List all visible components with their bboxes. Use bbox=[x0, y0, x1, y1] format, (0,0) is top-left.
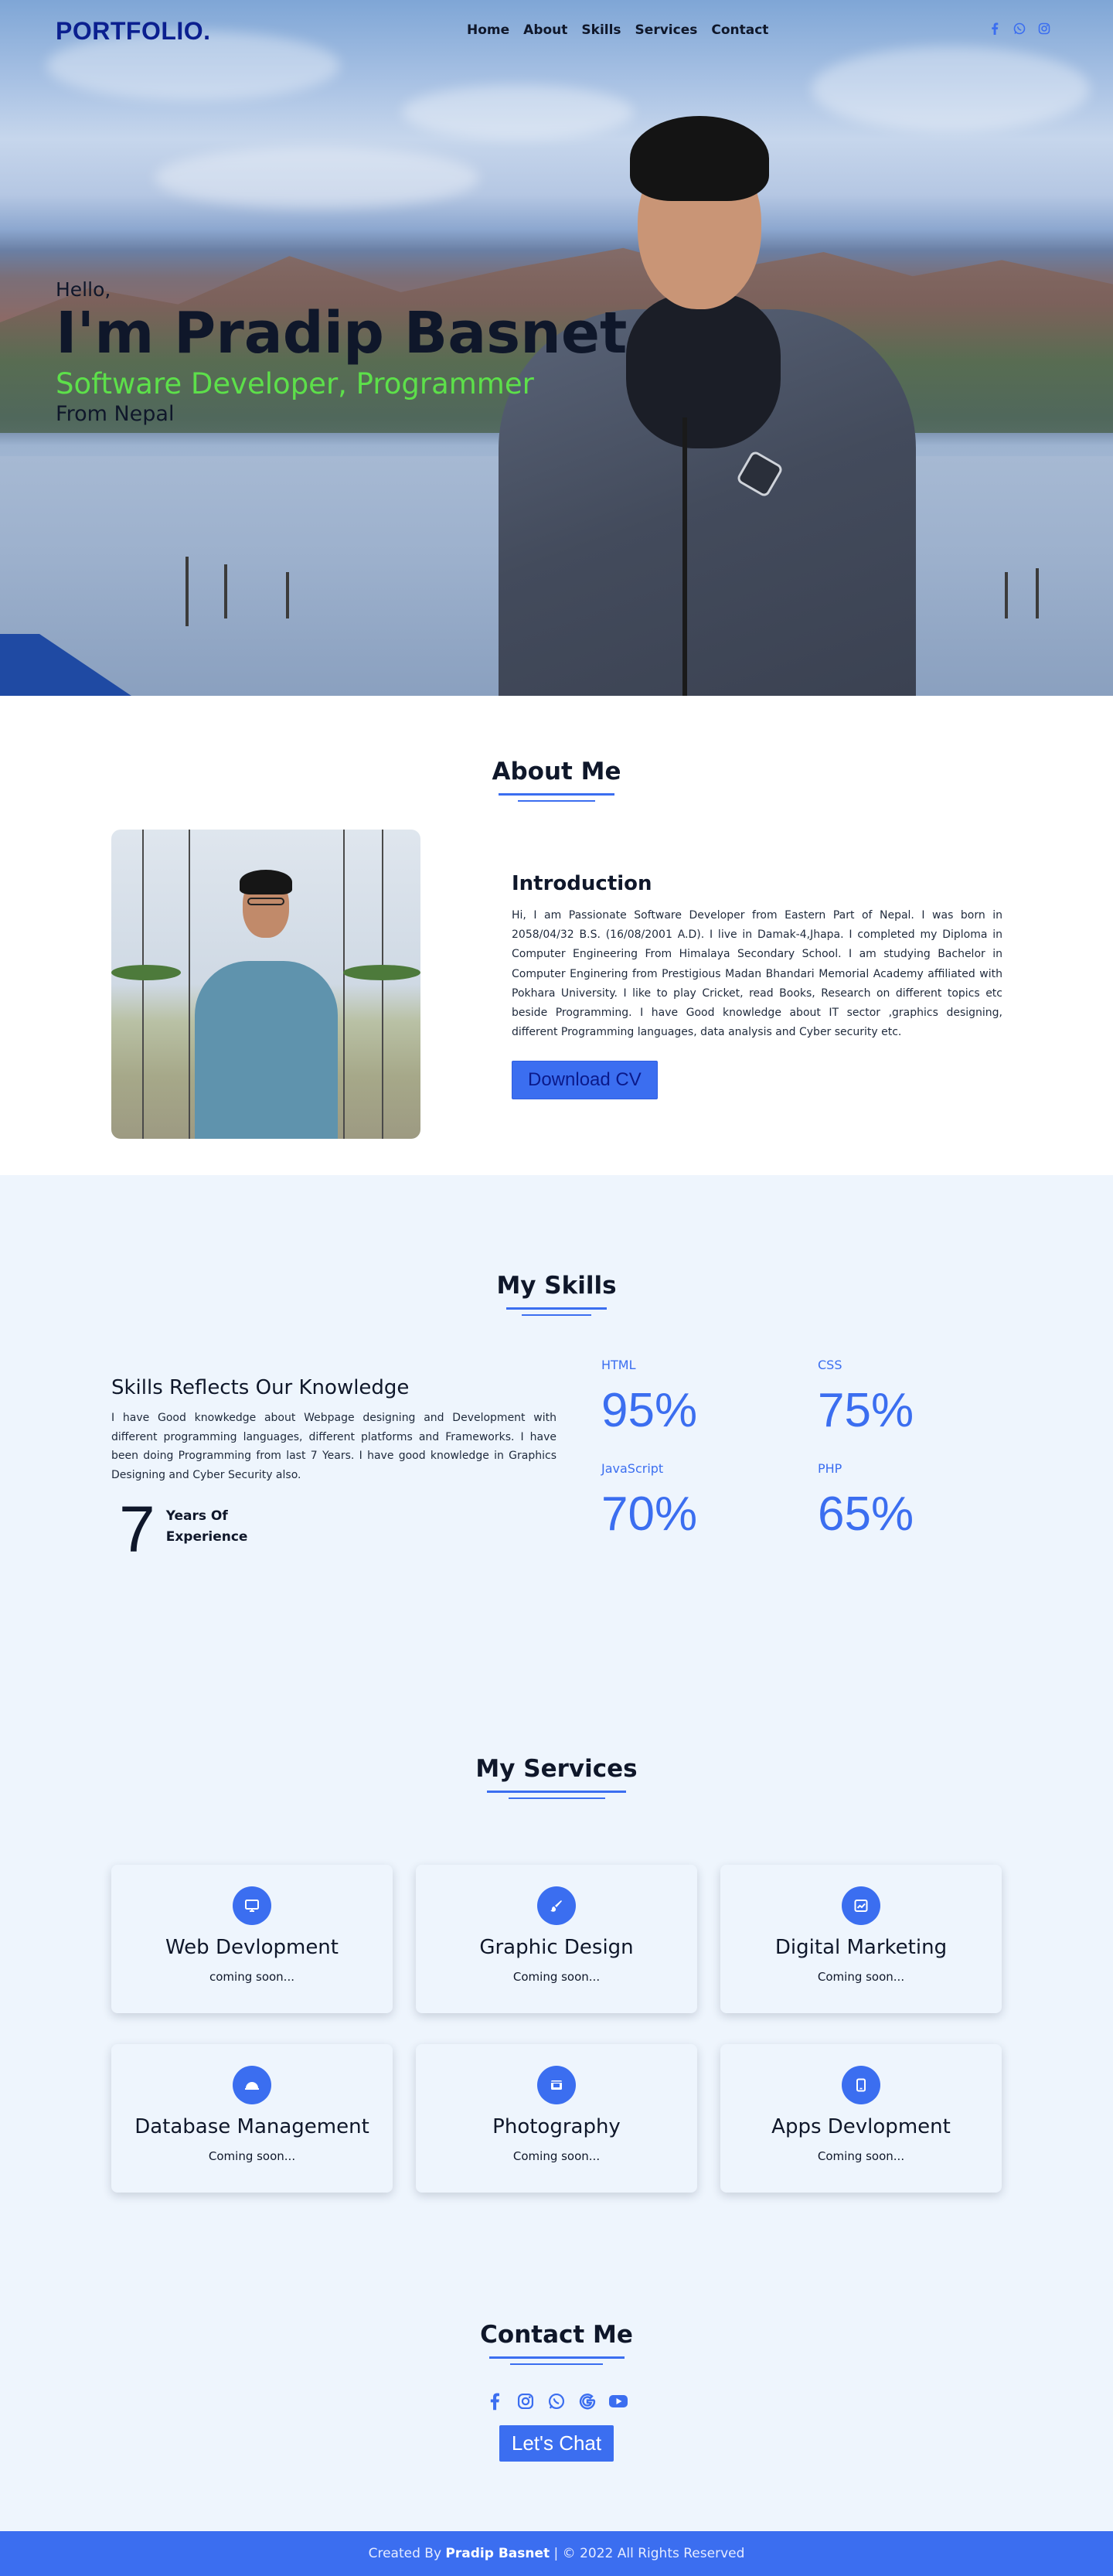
about-title: About Me bbox=[492, 758, 621, 785]
service-title: Digital Marketing bbox=[774, 1936, 948, 1959]
contact-section: Contact Me Let's Chat bbox=[0, 2273, 1113, 2531]
about-photo bbox=[111, 830, 420, 1139]
experience-label: Experience bbox=[165, 1529, 248, 1545]
hero-name: I'm Pradip Basnet bbox=[56, 300, 628, 366]
service-status: coming soon... bbox=[209, 1970, 294, 1984]
skill-name: JavaScript bbox=[601, 1461, 664, 1476]
service-card-apps-development[interactable]: Apps Devlopment Coming soon... bbox=[720, 2044, 1002, 2193]
whatsapp-icon[interactable] bbox=[546, 2391, 567, 2411]
service-card-photography[interactable]: Photography Coming soon... bbox=[416, 2044, 697, 2193]
skill-name: HTML bbox=[601, 1358, 636, 1372]
youtube-icon[interactable] bbox=[608, 2391, 628, 2411]
contact-title-block: Contact Me bbox=[0, 2321, 1113, 2365]
service-status: Coming soon... bbox=[208, 2149, 296, 2163]
skill-percent: 65% bbox=[818, 1487, 914, 1541]
skills-title-block: My Skills bbox=[0, 1272, 1113, 1316]
download-cv-button[interactable]: Download CV bbox=[512, 1061, 658, 1100]
whatsapp-icon[interactable] bbox=[1013, 22, 1026, 36]
service-status: Coming soon... bbox=[512, 2149, 601, 2163]
title-underline bbox=[506, 1307, 607, 1310]
nav-home[interactable]: Home bbox=[467, 22, 509, 38]
instagram-icon[interactable] bbox=[1037, 22, 1051, 36]
database-icon bbox=[233, 2066, 271, 2104]
hero-section: PORTFOLIO. Home About Skills Services Co… bbox=[0, 0, 1113, 696]
mobile-icon bbox=[842, 2066, 880, 2104]
brush-icon bbox=[537, 1886, 576, 1925]
facebook-icon[interactable] bbox=[485, 2391, 505, 2411]
instagram-icon[interactable] bbox=[516, 2391, 536, 2411]
service-status: Coming soon... bbox=[512, 1970, 601, 1984]
header-social-links bbox=[988, 22, 1051, 36]
contact-title: Contact Me bbox=[480, 2321, 633, 2349]
skill-percent: 75% bbox=[818, 1384, 914, 1437]
main-menu: Home About Skills Services Contact bbox=[467, 22, 768, 38]
intro-heading: Introduction bbox=[512, 872, 652, 895]
google-icon[interactable] bbox=[577, 2391, 597, 2411]
service-title: Graphic Design bbox=[479, 1936, 634, 1959]
services-title: My Services bbox=[475, 1755, 638, 1783]
service-card-web-development[interactable]: Web Devlopment coming soon... bbox=[111, 1865, 393, 2013]
title-underline bbox=[499, 793, 614, 796]
title-underline bbox=[488, 2356, 625, 2359]
skill-percent: 95% bbox=[601, 1384, 698, 1437]
about-intro: Introduction Hi, I am Passionate Softwar… bbox=[512, 872, 1002, 1100]
skills-heading: Skills Reflects Our Knowledge bbox=[111, 1376, 410, 1399]
nav-services[interactable]: Services bbox=[635, 22, 698, 38]
facebook-icon[interactable] bbox=[988, 22, 1002, 36]
skills-title: My Skills bbox=[496, 1272, 617, 1300]
nav-about[interactable]: About bbox=[523, 22, 567, 38]
about-title-block: About Me bbox=[0, 758, 1113, 802]
intro-text: Hi, I am Passionate Software Developer f… bbox=[512, 909, 1002, 1039]
hero-role: Software Developer, Programmer bbox=[56, 366, 534, 400]
title-underline bbox=[487, 1791, 626, 1793]
service-card-digital-marketing[interactable]: Digital Marketing Coming soon... bbox=[720, 1865, 1002, 2013]
about-section: About Me Introduction Hi, I am Passionat… bbox=[0, 696, 1113, 1175]
skill-stats: HTML 95% CSS 75% JavaScript 70% PHP 65% bbox=[601, 1358, 1034, 1542]
nav-skills[interactable]: Skills bbox=[581, 22, 621, 38]
skill-name: PHP bbox=[818, 1461, 842, 1476]
title-underline bbox=[518, 800, 595, 802]
service-card-database-management[interactable]: Database Management Coming soon... bbox=[111, 2044, 393, 2193]
skill-css: CSS 75% bbox=[818, 1358, 1034, 1438]
title-underline bbox=[522, 1314, 591, 1316]
monitor-icon bbox=[233, 1886, 271, 1925]
nav-contact[interactable]: Contact bbox=[711, 22, 768, 38]
footer-copyright: | © 2022 All Rights Reserved bbox=[553, 2546, 745, 2561]
hero-location: From Nepal bbox=[56, 401, 175, 426]
hero-greeting: Hello, bbox=[56, 278, 111, 301]
years-number: 7 bbox=[119, 1493, 155, 1566]
service-title: Apps Devlopment bbox=[771, 2115, 951, 2138]
hero-intro: Hello, I'm Pradip Basnet Software Develo… bbox=[56, 278, 627, 426]
service-status: Coming soon... bbox=[817, 1970, 905, 1984]
skills-text: I have Good knowkedge about Webpage desi… bbox=[111, 1412, 556, 1481]
lets-chat-button[interactable]: Let's Chat bbox=[499, 2425, 614, 2462]
skill-html: HTML 95% bbox=[601, 1358, 818, 1438]
skill-percent: 70% bbox=[601, 1487, 698, 1541]
top-navbar: PORTFOLIO. Home About Skills Services Co… bbox=[0, 0, 1113, 62]
skills-section: My Skills Skills Reflects Our Knowledge … bbox=[0, 1175, 1113, 1685]
service-title: Web Devlopment bbox=[165, 1936, 339, 1959]
title-underline bbox=[510, 2363, 603, 2365]
title-underline bbox=[508, 1797, 605, 1799]
skills-description: Skills Reflects Our Knowledge I have Goo… bbox=[111, 1376, 556, 1562]
services-section: My Services Web Devlopment coming soon..… bbox=[0, 1685, 1113, 2273]
skill-php: PHP 65% bbox=[818, 1461, 1034, 1542]
service-card-graphic-design[interactable]: Graphic Design Coming soon... bbox=[416, 1865, 697, 2013]
services-title-block: My Services bbox=[0, 1755, 1113, 1799]
contact-social-links bbox=[0, 2391, 1113, 2411]
footer-author[interactable]: Pradip Basnet bbox=[445, 2546, 550, 2561]
skill-name: CSS bbox=[818, 1358, 842, 1372]
site-footer: Created By Pradip Basnet | © 2022 All Ri… bbox=[0, 2531, 1113, 2576]
skill-javascript: JavaScript 70% bbox=[601, 1461, 818, 1542]
camera-icon bbox=[537, 2066, 576, 2104]
service-status: Coming soon... bbox=[817, 2149, 905, 2163]
years-label: Years Of bbox=[165, 1508, 228, 1524]
service-title: Database Management bbox=[134, 2115, 369, 2138]
service-title: Photography bbox=[492, 2115, 621, 2138]
experience-counter: 7 Years Of Experience bbox=[111, 1497, 556, 1562]
site-logo[interactable]: PORTFOLIO. bbox=[56, 17, 211, 46]
footer-prefix: Created By bbox=[368, 2546, 442, 2561]
chart-icon bbox=[842, 1886, 880, 1925]
services-grid: Web Devlopment coming soon... Graphic De… bbox=[111, 1865, 1002, 2193]
